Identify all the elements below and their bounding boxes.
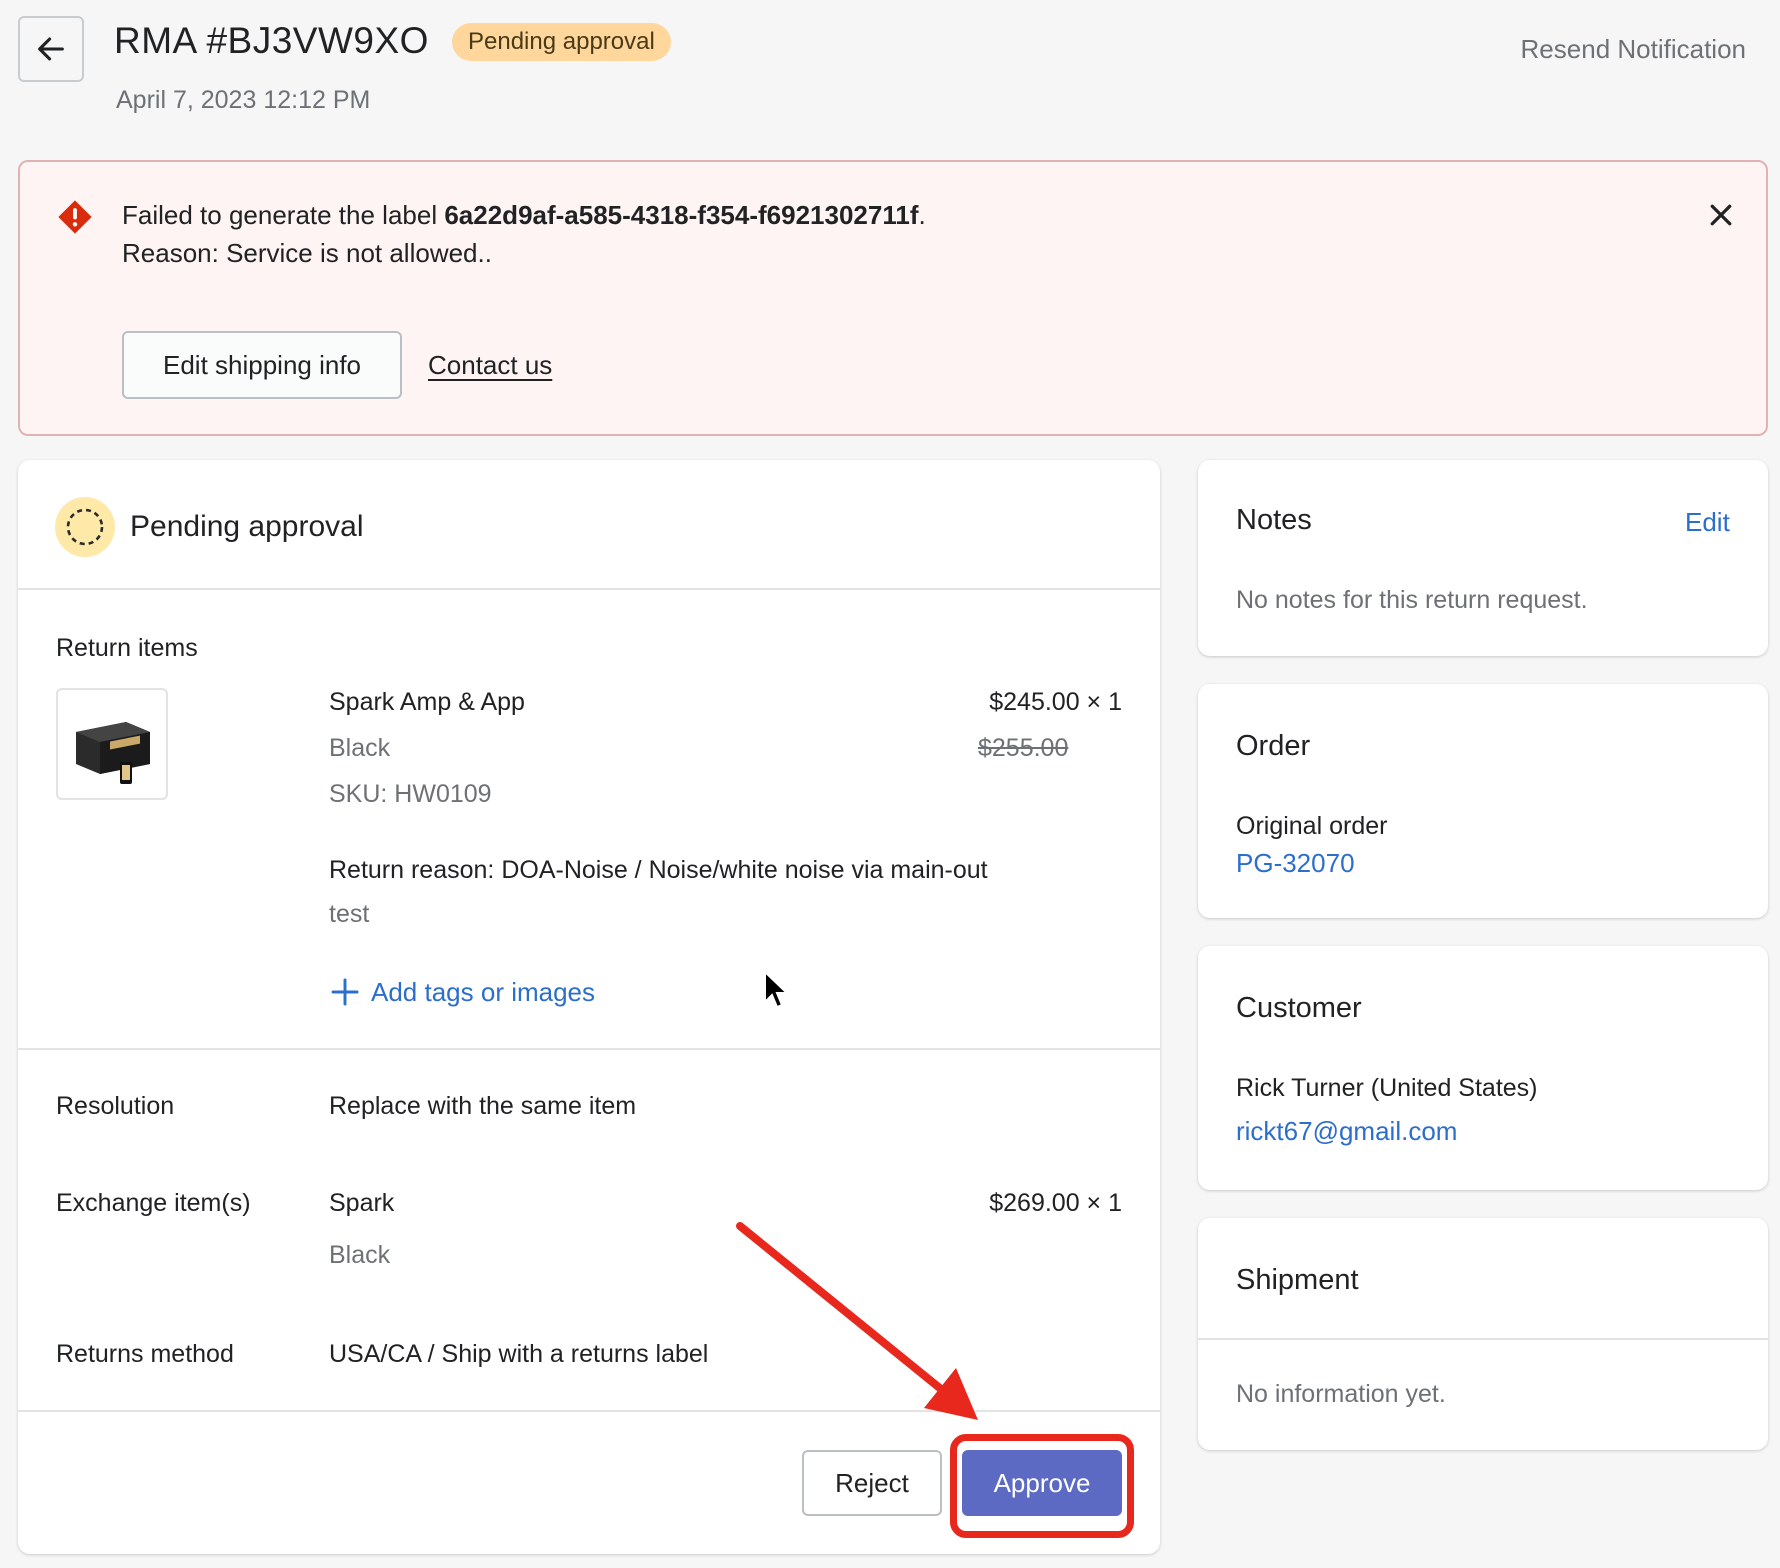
banner-message: Failed to generate the label 6a22d9af-a5…	[122, 200, 926, 230]
resolution-label: Resolution	[56, 1092, 175, 1120]
notes-edit-link[interactable]: Edit	[1685, 507, 1730, 538]
item-original-price: $255.00	[978, 734, 1069, 762]
shipment-body: No information yet.	[1236, 1380, 1446, 1408]
divider	[18, 1048, 1160, 1050]
shipment-title: Shipment	[1236, 1264, 1359, 1296]
customer-name: Rick Turner (United States)	[1236, 1074, 1538, 1102]
item-price: $245.00 × 1	[989, 688, 1122, 716]
add-tags-label: Add tags or images	[371, 976, 596, 1007]
banner-reason: Reason: Service is not allowed..	[122, 238, 492, 268]
item-sku: SKU: HW0109	[329, 780, 492, 808]
contact-us-link[interactable]: Contact us	[428, 350, 552, 381]
product-thumbnail	[56, 688, 168, 800]
exchange-label: Exchange item(s)	[56, 1189, 251, 1217]
reject-button[interactable]: Reject	[802, 1450, 942, 1516]
annotation-highlight-box	[950, 1434, 1134, 1538]
item-variant: Black	[329, 734, 391, 762]
status-title: Pending approval	[130, 510, 364, 543]
return-items-label: Return items	[56, 634, 198, 662]
notes-body: No notes for this return request.	[1236, 586, 1588, 614]
arrow-left-icon	[38, 37, 64, 61]
notes-card	[1198, 460, 1768, 656]
page-title: RMA #BJ3VW9XO	[114, 20, 429, 61]
original-order-label: Original order	[1236, 812, 1388, 840]
page-date: April 7, 2023 12:12 PM	[116, 86, 371, 114]
customer-email-link[interactable]: rickt67@gmail.com	[1236, 1116, 1457, 1147]
divider	[1198, 1338, 1768, 1340]
returns-method-label: Returns method	[56, 1340, 234, 1368]
add-tags-button[interactable]: Add tags or images	[329, 976, 595, 1008]
order-card	[1198, 684, 1768, 918]
cursor-icon	[764, 970, 790, 1009]
return-reason: Return reason: DOA-Noise / Noise/white n…	[329, 856, 988, 884]
exchange-item-price: $269.00 × 1	[989, 1189, 1122, 1217]
alert-diamond-icon	[58, 200, 92, 234]
plus-icon	[331, 978, 359, 1006]
close-icon[interactable]	[1706, 200, 1736, 230]
order-title: Order	[1236, 730, 1311, 762]
resolution-value: Replace with the same item	[329, 1092, 637, 1120]
item-name: Spark Amp & App	[329, 688, 525, 716]
customer-title: Customer	[1236, 992, 1362, 1024]
amplifier-image	[76, 722, 150, 784]
divider	[18, 588, 1160, 590]
annotation-arrow-icon	[736, 1222, 978, 1420]
status-badge: Pending approval	[452, 23, 671, 61]
pending-circle-icon	[55, 497, 115, 557]
shipment-card	[1198, 1218, 1768, 1450]
customer-card	[1198, 946, 1768, 1190]
edit-shipping-info-button[interactable]: Edit shipping info	[122, 331, 402, 399]
exchange-item-name: Spark	[329, 1189, 395, 1217]
original-order-link[interactable]: PG-32070	[1236, 848, 1355, 879]
notes-title: Notes	[1236, 504, 1312, 536]
back-button[interactable]	[18, 16, 84, 82]
returns-method-value: USA/CA / Ship with a returns label	[329, 1340, 709, 1368]
resend-notification-button[interactable]: Resend Notification	[1521, 34, 1746, 65]
label-id: 6a22d9af-a585-4318-f354-f6921302711f	[444, 200, 919, 230]
exchange-item-variant: Black	[329, 1241, 391, 1269]
return-note: test	[329, 900, 370, 928]
